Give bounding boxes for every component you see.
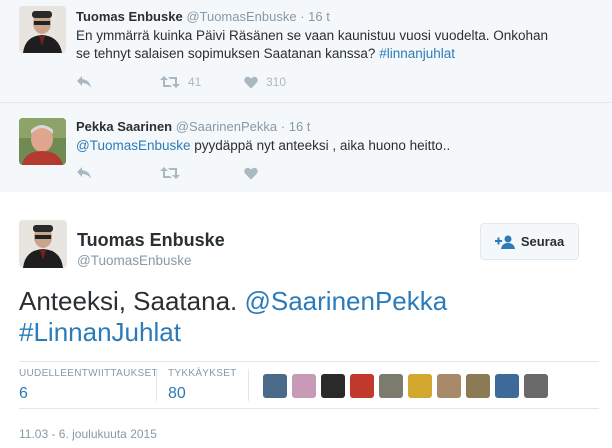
reply-button[interactable] [76, 166, 160, 180]
liker-avatar[interactable] [321, 374, 345, 398]
heart-icon [244, 167, 258, 179]
separator-dot: · [300, 9, 305, 24]
avatar[interactable] [19, 6, 66, 53]
retweet-button[interactable] [160, 166, 244, 180]
follow-label: Seuraa [520, 234, 565, 249]
author-name[interactable]: Tuomas Enbuske [76, 9, 183, 24]
tweet-time[interactable]: 16 t [289, 119, 311, 134]
tweet-text-body: pyydäppä nyt anteeksi , aika huono heitt… [190, 138, 451, 153]
tweet-text-line: En ymmärrä kuinka Päivi Räsänen se vaan … [76, 28, 549, 43]
heart-icon [244, 76, 258, 88]
divider [19, 361, 599, 362]
divider [19, 408, 599, 409]
divider [156, 369, 157, 401]
stat-value: 6 [19, 385, 28, 402]
retweets-stat[interactable]: UUDELLEENTWIITTAUKSET 6 [19, 368, 158, 403]
author-handle[interactable]: @TuomasEnbuske [77, 253, 192, 268]
reply-icon [77, 76, 91, 88]
tweet-header: Pekka Saarinen @SaarinenPekka · 16 t [76, 119, 310, 134]
avatar[interactable] [19, 118, 66, 165]
likes-stat[interactable]: TYKKÄYKSET 80 [168, 368, 237, 403]
like-count: 310 [266, 75, 287, 89]
author-handle[interactable]: @SaarinenPekka [176, 119, 277, 134]
retweet-icon [160, 167, 180, 179]
liker-avatar[interactable] [292, 374, 316, 398]
liker-avatar[interactable] [524, 374, 548, 398]
author-handle[interactable]: @TuomasEnbuske [186, 9, 296, 24]
thread-tweet[interactable]: Pekka Saarinen @SaarinenPekka · 16 t @Tu… [0, 104, 612, 192]
tweet-actions: 41 310 [76, 73, 286, 91]
like-button[interactable]: 310 [244, 75, 286, 89]
mention-link[interactable]: @TuomasEnbuske [76, 138, 191, 153]
divider [248, 369, 249, 401]
like-button[interactable] [244, 167, 258, 180]
avatar[interactable] [19, 220, 67, 268]
reply-button[interactable] [76, 75, 160, 89]
reply-icon [77, 167, 91, 179]
likers-avatars [263, 374, 553, 398]
tweet-text-line: se tehnyt salaisen sopimuksen Saatanan k… [76, 46, 380, 61]
tweet-text: En ymmärrä kuinka Päivi Räsänen se vaan … [76, 27, 596, 63]
conversation-thread: Tuomas Enbuske @TuomasEnbuske · 16 t En … [0, 0, 612, 192]
tweet-actions [76, 164, 258, 182]
tweet-header: Tuomas Enbuske @TuomasEnbuske · 16 t [76, 9, 330, 24]
liker-avatar[interactable] [466, 374, 490, 398]
tweet-text-body: Anteeksi, Saatana. [19, 286, 245, 316]
author-name[interactable]: Tuomas Enbuske [77, 230, 225, 251]
liker-avatar[interactable] [437, 374, 461, 398]
mention-link[interactable]: @SaarinenPekka [244, 286, 447, 316]
stat-label: TYKKÄYKSET [168, 368, 237, 379]
retweet-icon [160, 76, 180, 88]
main-tweet: Tuomas Enbuske @TuomasEnbuske Seuraa Ant… [0, 204, 612, 448]
tweet-text: @TuomasEnbuske pyydäppä nyt anteeksi , a… [76, 137, 596, 155]
thread-tweet[interactable]: Tuomas Enbuske @TuomasEnbuske · 16 t En … [0, 0, 612, 103]
hashtag-link[interactable]: #linnanjuhlat [379, 46, 455, 61]
tweet-text: Anteeksi, Saatana. @SaarinenPekka #Linna… [19, 286, 599, 348]
liker-avatar[interactable] [263, 374, 287, 398]
follow-person-plus-icon [494, 235, 515, 249]
separator-dot: · [280, 119, 286, 134]
author-name[interactable]: Pekka Saarinen [76, 119, 172, 134]
follow-button[interactable]: Seuraa [480, 223, 579, 260]
hashtag-link[interactable]: #LinnanJuhlat [19, 317, 181, 347]
liker-avatar[interactable] [350, 374, 374, 398]
retweet-button[interactable]: 41 [160, 75, 244, 89]
stat-label: UUDELLEENTWIITTAUKSET [19, 368, 158, 379]
tweet-timestamp[interactable]: 11.03 - 6. joulukuuta 2015 [19, 427, 157, 441]
retweet-count: 41 [188, 75, 202, 89]
liker-avatar[interactable] [408, 374, 432, 398]
liker-avatar[interactable] [379, 374, 403, 398]
tweet-time[interactable]: 16 t [308, 9, 330, 24]
stat-value: 80 [168, 385, 186, 402]
liker-avatar[interactable] [495, 374, 519, 398]
